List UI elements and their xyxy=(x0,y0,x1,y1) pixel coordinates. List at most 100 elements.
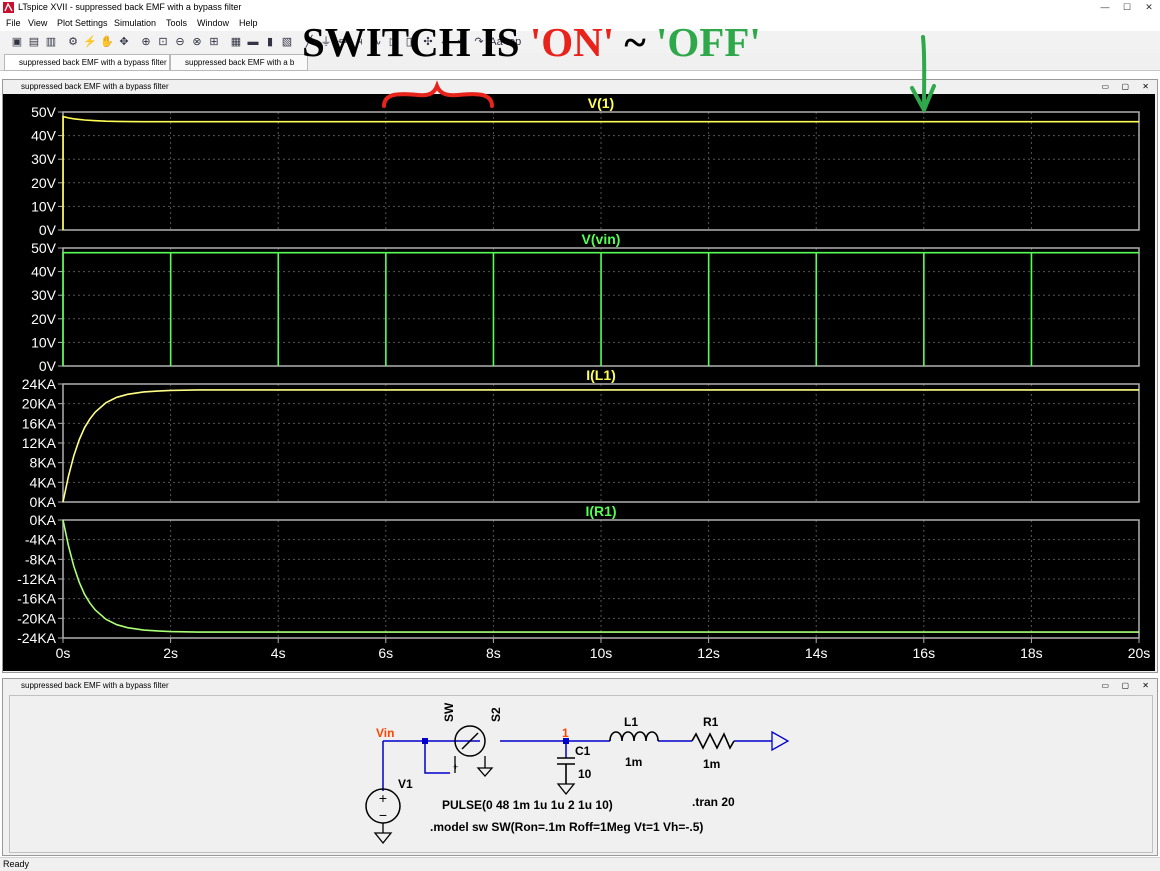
tab-schematic[interactable]: suppressed back EMF with a b xyxy=(170,54,308,71)
tab-waveform[interactable]: suppressed back EMF with a bypass filter xyxy=(4,54,170,71)
x-tick-label: 20s xyxy=(1128,645,1151,661)
waveform-window-titlebar: suppressed back EMF with a bypass filter… xyxy=(3,80,1157,94)
close-button[interactable]: ✕ xyxy=(1138,1,1160,14)
c1-ground-icon xyxy=(556,783,576,796)
y-tick-label: 0V xyxy=(39,222,57,238)
y-tick-label: -8KA xyxy=(25,551,57,567)
menu-tools[interactable]: Tools xyxy=(166,18,187,28)
label-l1-value: 1m xyxy=(625,755,642,769)
label-r1: R1 xyxy=(703,715,719,729)
label-switch-plus: + xyxy=(453,762,458,772)
node-dot-vin xyxy=(422,738,428,744)
autorange-icon[interactable]: ⊞ xyxy=(207,35,221,49)
save-icon[interactable]: ▥ xyxy=(44,35,58,49)
annotation-separator: ~ xyxy=(614,19,656,65)
window-title: LTspice XVII - suppressed back EMF with … xyxy=(18,2,242,12)
y-tick-label: 16KA xyxy=(22,415,57,431)
y-tick-label: -24KA xyxy=(17,630,57,646)
y-tick-label: -12KA xyxy=(17,571,57,587)
maximize-button[interactable]: ☐ xyxy=(1116,1,1138,14)
circuit-diagram[interactable]: + − Vin 1 V1 + SW S2 C1 10 L1 1m R1 1m P… xyxy=(10,696,1150,850)
y-tick-label: 20KA xyxy=(22,396,57,412)
y-tick-label: 40V xyxy=(31,264,57,280)
cascade-icon[interactable]: ▧ xyxy=(280,35,294,49)
x-tick-label: 4s xyxy=(271,645,286,661)
menu-plot-settings[interactable]: Plot Settings xyxy=(57,18,108,28)
tab-schematic-label: suppressed back EMF with a b xyxy=(185,58,295,67)
pan-icon[interactable]: ✥ xyxy=(117,35,131,49)
schematic-canvas[interactable]: + − Vin 1 V1 + SW S2 C1 10 L1 1m R1 1m P… xyxy=(9,695,1153,853)
zoom-fit-icon[interactable]: ⊗ xyxy=(190,35,204,49)
label-sw: SW xyxy=(442,702,456,722)
x-tick-label: 18s xyxy=(1020,645,1043,661)
trace-title[interactable]: I(R1) xyxy=(585,503,616,519)
waveform-window-title: suppressed back EMF with a bypass filter xyxy=(21,82,169,91)
minimize-button[interactable]: — xyxy=(1094,1,1116,14)
menu-window[interactable]: Window xyxy=(197,18,229,28)
label-vin: Vin xyxy=(376,726,394,740)
menu-view[interactable]: View xyxy=(28,18,47,28)
status-text: Ready xyxy=(3,859,30,869)
annotation-prefix: SWITCH IS xyxy=(302,19,530,65)
output-port-icon xyxy=(771,730,790,752)
label-c1: C1 xyxy=(575,744,591,758)
tile-icon[interactable]: ▦ xyxy=(229,35,243,49)
waveform-maximize-button[interactable]: ▢ xyxy=(1121,80,1129,94)
menu-simulation[interactable]: Simulation xyxy=(114,18,156,28)
schematic-minimize-button[interactable]: ▭ xyxy=(1101,679,1109,693)
y-tick-label: -4KA xyxy=(25,532,57,548)
vertical-split-icon[interactable]: ▮ xyxy=(263,35,277,49)
y-tick-label: 12KA xyxy=(22,435,57,451)
trace-title[interactable]: V(vin) xyxy=(582,231,621,247)
trace-line[interactable] xyxy=(62,251,1139,367)
model-directive[interactable]: .model sw SW(Ron=.1m Roff=1Meg Vt=1 Vh=-… xyxy=(430,820,703,834)
wire-sw-ctrl[interactable] xyxy=(424,741,450,774)
control-panel-icon[interactable]: ⚙ xyxy=(66,35,80,49)
resistor-r1-symbol[interactable] xyxy=(691,732,735,750)
trace-title[interactable]: V(1) xyxy=(588,95,614,111)
zoom-out-icon[interactable]: ⊖ xyxy=(173,35,187,49)
horizontal-split-icon[interactable]: ▬ xyxy=(246,35,260,49)
schematic-maximize-button[interactable]: ▢ xyxy=(1121,679,1129,693)
open-icon[interactable]: ▤ xyxy=(27,35,41,49)
y-tick-label: 0V xyxy=(39,358,57,374)
zoom-area-icon[interactable]: ⊡ xyxy=(156,35,170,49)
y-tick-label: 24KA xyxy=(22,376,57,392)
x-tick-label: 16s xyxy=(913,645,936,661)
label-r1-value: 1m xyxy=(703,757,720,771)
tab-waveform-label: suppressed back EMF with a bypass filter xyxy=(19,58,167,67)
x-tick-label: 10s xyxy=(590,645,613,661)
v1-minus-sign: − xyxy=(379,807,387,823)
label-v1: V1 xyxy=(398,777,413,791)
inductor-l1-symbol[interactable] xyxy=(609,731,659,742)
capacitor-c1-symbol[interactable] xyxy=(557,757,575,784)
y-tick-label: 50V xyxy=(31,104,57,120)
run-icon[interactable]: ⚡ xyxy=(83,35,97,49)
y-tick-label: -16KA xyxy=(17,591,57,607)
menu-file[interactable]: File xyxy=(6,18,21,28)
annotation-off: 'OFF' xyxy=(656,19,761,65)
label-c1-value: 10 xyxy=(578,767,592,781)
schematic-close-button[interactable]: ✕ xyxy=(1142,679,1149,693)
waveform-minimize-button[interactable]: ▭ xyxy=(1101,80,1109,94)
status-bar: Ready xyxy=(0,857,1160,871)
menu-help[interactable]: Help xyxy=(239,18,258,28)
x-tick-label: 12s xyxy=(697,645,720,661)
waveform-plot-area[interactable]: 0V 10V 20V 30V 40V 50V V(1) 0V 10V 20V 30V 40V 50V V(… xyxy=(3,94,1155,671)
y-tick-label: 30V xyxy=(31,151,57,167)
schematic-window-titlebar: suppressed back EMF with a bypass filter… xyxy=(3,679,1157,693)
v1-plus-sign: + xyxy=(379,790,387,806)
waveform-close-button[interactable]: ✕ xyxy=(1142,80,1149,94)
pulse-directive[interactable]: PULSE(0 48 1m 1u 1u 2 1u 10) xyxy=(442,798,613,812)
label-node-1: 1 xyxy=(562,726,569,740)
tran-directive[interactable]: .tran 20 xyxy=(692,795,735,809)
new-schematic-icon[interactable]: ▣ xyxy=(10,35,24,49)
trace-title[interactable]: I(L1) xyxy=(586,367,616,383)
y-tick-label: 20V xyxy=(31,311,57,327)
zoom-in-icon[interactable]: ⊕ xyxy=(139,35,153,49)
y-tick-label: 30V xyxy=(31,287,57,303)
halt-icon[interactable]: ✋ xyxy=(100,35,114,49)
x-tick-label: 8s xyxy=(486,645,501,661)
x-tick-label: 14s xyxy=(805,645,828,661)
y-tick-label: 8KA xyxy=(30,455,57,471)
